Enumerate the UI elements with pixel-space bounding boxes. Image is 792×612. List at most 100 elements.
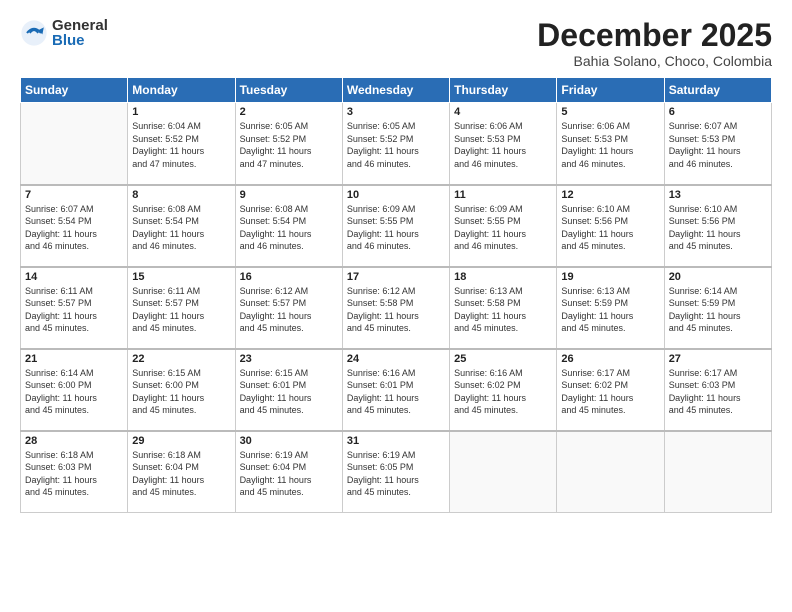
- logo: General Blue: [20, 18, 108, 48]
- day-info: Sunrise: 6:08 AMSunset: 5:54 PMDaylight:…: [132, 203, 230, 253]
- day-info: Sunrise: 6:17 AMSunset: 6:02 PMDaylight:…: [561, 367, 659, 417]
- day-info: Sunrise: 6:05 AMSunset: 5:52 PMDaylight:…: [347, 120, 445, 170]
- calendar-day-header: Tuesday: [235, 78, 342, 103]
- day-number: 26: [561, 353, 659, 365]
- day-number: 27: [669, 353, 767, 365]
- day-number: 15: [132, 271, 230, 283]
- day-info: Sunrise: 6:19 AMSunset: 6:05 PMDaylight:…: [347, 449, 445, 499]
- day-info: Sunrise: 6:06 AMSunset: 5:53 PMDaylight:…: [561, 120, 659, 170]
- calendar-day-cell: 6 Sunrise: 6:07 AMSunset: 5:53 PMDaylight…: [664, 103, 771, 185]
- calendar-day-cell: 5Sunrise: 6:06 AMSunset: 5:53 PMDaylight…: [557, 103, 664, 185]
- calendar-day-cell: 3Sunrise: 6:05 AMSunset: 5:52 PMDaylight…: [342, 103, 449, 185]
- day-number: 12: [561, 189, 659, 201]
- day-number: 8: [132, 189, 230, 201]
- day-info: Sunrise: 6:10 AMSunset: 5:56 PMDaylight:…: [561, 203, 659, 253]
- calendar-day-cell: 26 Sunrise: 6:17 AMSunset: 6:02 PMDayligh…: [557, 349, 664, 431]
- calendar-week-row: 7 Sunrise: 6:07 AMSunset: 5:54 PMDaylight…: [21, 185, 772, 267]
- calendar-week-row: 21 Sunrise: 6:14 AMSunset: 6:00 PMDayligh…: [21, 349, 772, 431]
- calendar-day-header: Sunday: [21, 78, 128, 103]
- day-number: 20: [669, 271, 767, 283]
- day-number: 6: [669, 106, 767, 118]
- day-number: 10: [347, 189, 445, 201]
- calendar-day-cell: [557, 431, 664, 513]
- calendar-day-cell: 29 Sunrise: 6:18 AMSunset: 6:04 PMDayligh…: [128, 431, 235, 513]
- calendar-day-header: Wednesday: [342, 78, 449, 103]
- calendar-day-cell: 8 Sunrise: 6:08 AMSunset: 5:54 PMDaylight…: [128, 185, 235, 267]
- day-info: Sunrise: 6:05 AMSunset: 5:52 PMDaylight:…: [240, 120, 338, 170]
- calendar-day-cell: 16Sunrise: 6:12 AMSunset: 5:57 PMDayligh…: [235, 267, 342, 349]
- calendar-day-cell: 2 Sunrise: 6:05 AMSunset: 5:52 PMDaylight…: [235, 103, 342, 185]
- day-info: Sunrise: 6:09 AMSunset: 5:55 PMDaylight:…: [454, 203, 552, 253]
- calendar-day-cell: [450, 431, 557, 513]
- day-info: Sunrise: 6:06 AMSunset: 5:53 PMDaylight:…: [454, 120, 552, 170]
- day-info: Sunrise: 6:19 AMSunset: 6:04 PMDaylight:…: [240, 449, 338, 499]
- day-number: 17: [347, 271, 445, 283]
- day-number: 4: [454, 106, 552, 118]
- month-title: December 2025: [537, 18, 772, 53]
- calendar-day-header: Friday: [557, 78, 664, 103]
- day-number: 1: [132, 106, 230, 118]
- day-info: Sunrise: 6:16 AMSunset: 6:01 PMDaylight:…: [347, 367, 445, 417]
- calendar-day-header: Monday: [128, 78, 235, 103]
- day-info: Sunrise: 6:16 AMSunset: 6:02 PMDaylight:…: [454, 367, 552, 417]
- day-number: 9: [240, 189, 338, 201]
- header: General Blue December 2025 Bahia Solano,…: [20, 18, 772, 69]
- day-number: 25: [454, 353, 552, 365]
- day-number: 7: [25, 189, 123, 201]
- calendar-day-cell: 10Sunrise: 6:09 AMSunset: 5:55 PMDayligh…: [342, 185, 449, 267]
- day-info: Sunrise: 6:13 AMSunset: 5:59 PMDaylight:…: [561, 285, 659, 335]
- calendar-day-cell: 4 Sunrise: 6:06 AMSunset: 5:53 PMDaylight…: [450, 103, 557, 185]
- day-number: 23: [240, 353, 338, 365]
- day-number: 14: [25, 271, 123, 283]
- day-number: 31: [347, 435, 445, 447]
- calendar-day-cell: 12 Sunrise: 6:10 AMSunset: 5:56 PMDayligh…: [557, 185, 664, 267]
- calendar-day-cell: 14 Sunrise: 6:11 AMSunset: 5:57 PMDayligh…: [21, 267, 128, 349]
- calendar-day-cell: 24 Sunrise: 6:16 AMSunset: 6:01 PMDayligh…: [342, 349, 449, 431]
- calendar-header-row: SundayMondayTuesdayWednesdayThursdayFrid…: [21, 78, 772, 103]
- day-info: Sunrise: 6:07 AMSunset: 5:54 PMDaylight:…: [25, 203, 123, 253]
- page: General Blue December 2025 Bahia Solano,…: [0, 0, 792, 612]
- day-number: 29: [132, 435, 230, 447]
- calendar-day-cell: 11Sunrise: 6:09 AMSunset: 5:55 PMDayligh…: [450, 185, 557, 267]
- day-number: 22: [132, 353, 230, 365]
- day-number: 24: [347, 353, 445, 365]
- calendar-day-cell: 21 Sunrise: 6:14 AMSunset: 6:00 PMDayligh…: [21, 349, 128, 431]
- day-info: Sunrise: 6:18 AMSunset: 6:04 PMDaylight:…: [132, 449, 230, 499]
- calendar-day-cell: 30Sunrise: 6:19 AMSunset: 6:04 PMDayligh…: [235, 431, 342, 513]
- calendar: SundayMondayTuesdayWednesdayThursdayFrid…: [20, 77, 772, 513]
- calendar-day-cell: 28 Sunrise: 6:18 AMSunset: 6:03 PMDayligh…: [21, 431, 128, 513]
- logo-icon: [20, 19, 48, 47]
- calendar-day-cell: [21, 103, 128, 185]
- calendar-day-header: Saturday: [664, 78, 771, 103]
- calendar-week-row: 1Sunrise: 6:04 AMSunset: 5:52 PMDaylight…: [21, 103, 772, 185]
- calendar-day-cell: [664, 431, 771, 513]
- calendar-day-cell: 20Sunrise: 6:14 AMSunset: 5:59 PMDayligh…: [664, 267, 771, 349]
- day-info: Sunrise: 6:13 AMSunset: 5:58 PMDaylight:…: [454, 285, 552, 335]
- calendar-day-cell: 15Sunrise: 6:11 AMSunset: 5:57 PMDayligh…: [128, 267, 235, 349]
- day-number: 21: [25, 353, 123, 365]
- day-number: 28: [25, 435, 123, 447]
- day-info: Sunrise: 6:15 AMSunset: 6:00 PMDaylight:…: [132, 367, 230, 417]
- logo-blue-text: Blue: [52, 33, 108, 48]
- day-info: Sunrise: 6:17 AMSunset: 6:03 PMDaylight:…: [669, 367, 767, 417]
- title-section: December 2025 Bahia Solano, Choco, Colom…: [537, 18, 772, 69]
- day-info: Sunrise: 6:11 AMSunset: 5:57 PMDaylight:…: [25, 285, 123, 335]
- calendar-week-row: 14 Sunrise: 6:11 AMSunset: 5:57 PMDayligh…: [21, 267, 772, 349]
- day-number: 2: [240, 106, 338, 118]
- logo-general-text: General: [52, 18, 108, 33]
- calendar-day-cell: 19Sunrise: 6:13 AMSunset: 5:59 PMDayligh…: [557, 267, 664, 349]
- calendar-day-cell: 23Sunrise: 6:15 AMSunset: 6:01 PMDayligh…: [235, 349, 342, 431]
- day-number: 18: [454, 271, 552, 283]
- day-info: Sunrise: 6:08 AMSunset: 5:54 PMDaylight:…: [240, 203, 338, 253]
- calendar-day-cell: 9 Sunrise: 6:08 AMSunset: 5:54 PMDaylight…: [235, 185, 342, 267]
- calendar-day-cell: 25 Sunrise: 6:16 AMSunset: 6:02 PMDayligh…: [450, 349, 557, 431]
- day-info: Sunrise: 6:10 AMSunset: 5:56 PMDaylight:…: [669, 203, 767, 253]
- day-info: Sunrise: 6:14 AMSunset: 6:00 PMDaylight:…: [25, 367, 123, 417]
- day-info: Sunrise: 6:18 AMSunset: 6:03 PMDaylight:…: [25, 449, 123, 499]
- logo-text: General Blue: [52, 18, 108, 48]
- day-number: 13: [669, 189, 767, 201]
- location: Bahia Solano, Choco, Colombia: [537, 53, 772, 69]
- calendar-day-cell: 31 Sunrise: 6:19 AMSunset: 6:05 PMDayligh…: [342, 431, 449, 513]
- day-info: Sunrise: 6:07 AMSunset: 5:53 PMDaylight:…: [669, 120, 767, 170]
- calendar-day-cell: 1Sunrise: 6:04 AMSunset: 5:52 PMDaylight…: [128, 103, 235, 185]
